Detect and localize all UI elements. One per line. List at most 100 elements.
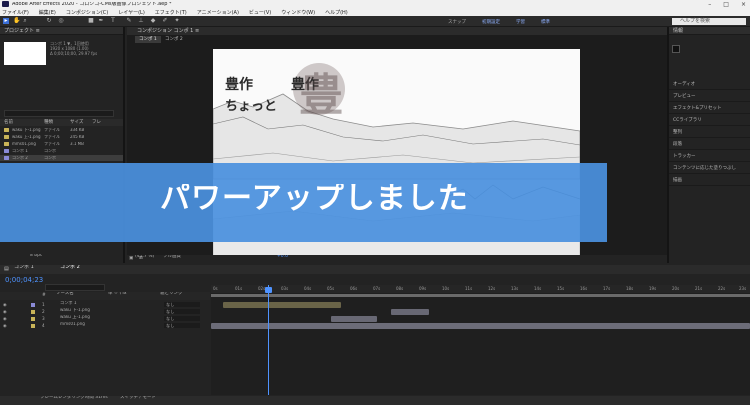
menu-view[interactable]: ビュー(V) bbox=[249, 9, 271, 16]
maximize-button[interactable]: □ bbox=[723, 1, 729, 8]
table-row[interactable]: ◉ 4 mms01.png なし bbox=[0, 322, 210, 329]
table-row[interactable]: ◉ 1 コンポ 1 なし bbox=[0, 301, 210, 308]
label-color[interactable] bbox=[31, 302, 35, 307]
col-parent[interactable]: 親とリンク bbox=[160, 292, 183, 297]
close-button[interactable]: × bbox=[741, 1, 746, 8]
panel-cc-libraries[interactable]: CCライブラリ bbox=[669, 116, 750, 126]
label-color[interactable] bbox=[31, 309, 35, 314]
playhead-line bbox=[268, 285, 269, 395]
workspace-default[interactable]: 初期設定 bbox=[482, 19, 500, 25]
hand-tool-icon[interactable]: ✋ bbox=[13, 18, 20, 24]
roto-tool-icon[interactable]: ✐ bbox=[162, 18, 168, 24]
timeline-search-input[interactable] bbox=[45, 284, 105, 291]
col-frame[interactable]: フレ bbox=[92, 119, 101, 126]
project-info: コンポ 1 ▼，1回使用 1920 x 1080 (1.00) Δ 0;00;1… bbox=[50, 41, 97, 56]
timeline-tab-comp-1[interactable]: コンポ 1 bbox=[14, 265, 34, 270]
current-time-display[interactable]: 0;00;04;23 bbox=[5, 277, 43, 284]
menu-layer[interactable]: レイヤー(L) bbox=[118, 9, 145, 16]
timeline-track-area[interactable]: 0s 01s 02s 03s 04s 05s 06s 07s 08s 09s 1… bbox=[211, 285, 750, 395]
menu-window[interactable]: ウィンドウ(W) bbox=[281, 9, 315, 16]
timeline-tabs: ▤ コンポ 1 コンポ 2 bbox=[0, 265, 750, 274]
panel-audio[interactable]: オーディオ bbox=[669, 80, 750, 90]
playhead-handle[interactable] bbox=[265, 287, 272, 293]
minimize-button[interactable]: – bbox=[708, 1, 711, 8]
bpc-label[interactable]: 8 bpc bbox=[30, 254, 42, 259]
list-item[interactable]: コンポ 1 コンポ bbox=[0, 148, 123, 154]
layer-header: # ソース名 単 ☆ \ fx 親とリンク bbox=[0, 292, 210, 300]
composition-panel-title[interactable]: コンポジション コンポ 1 ≡ bbox=[127, 27, 667, 35]
menu-composition[interactable]: コンポジション(C) bbox=[66, 9, 108, 16]
file-icon bbox=[4, 128, 9, 132]
project-thumbnail bbox=[4, 42, 46, 65]
snapshot-icon[interactable]: ▣ bbox=[129, 255, 133, 263]
work-area-bar[interactable] bbox=[211, 294, 750, 297]
label-color[interactable] bbox=[31, 323, 35, 328]
brush-tool-icon[interactable]: ✎ bbox=[126, 18, 132, 24]
project-search-input[interactable] bbox=[4, 110, 114, 117]
zoom-tool-icon[interactable]: ⌕ bbox=[22, 18, 28, 24]
selection-tool-icon[interactable]: ▸ bbox=[3, 18, 9, 24]
label-color[interactable] bbox=[31, 316, 35, 321]
switches-modes-toggle[interactable]: スイッチ / モード bbox=[120, 396, 156, 401]
calligraphy-text: 豊作 bbox=[225, 77, 253, 93]
viewer-controls: ▣ ⊞ (41.7 %) フル画質 +0.0 bbox=[127, 255, 667, 263]
col-type[interactable]: 種類 bbox=[44, 119, 70, 126]
rectangle-tool-icon[interactable]: ■ bbox=[88, 18, 94, 24]
tab-comp-1[interactable]: コンポ 1 bbox=[135, 36, 161, 43]
list-item[interactable]: waku 上-1.png ファイル 245 KB bbox=[0, 134, 123, 140]
camera-tool-icon[interactable]: ◎ bbox=[58, 18, 64, 24]
layer-bar[interactable] bbox=[223, 302, 341, 308]
col-size[interactable]: サイズ bbox=[70, 119, 92, 126]
stamp-tool-icon[interactable]: ⊥ bbox=[138, 18, 144, 24]
info-panel-title[interactable]: 情報 bbox=[669, 27, 750, 35]
visibility-icon[interactable]: ◉ bbox=[3, 315, 7, 322]
banner-text: パワーアップしました bbox=[160, 184, 469, 214]
table-row[interactable]: ◉ 2 waku 下-1.png なし bbox=[0, 308, 210, 315]
project-panel-title[interactable]: プロジェクト ≡ bbox=[0, 27, 123, 35]
type-tool-icon[interactable]: T bbox=[110, 18, 116, 24]
visibility-icon[interactable]: ◉ bbox=[3, 301, 7, 308]
visibility-icon[interactable]: ◉ bbox=[3, 308, 7, 315]
exposure-value[interactable]: +0.0 bbox=[277, 255, 288, 260]
pen-tool-icon[interactable]: ✒ bbox=[98, 18, 104, 24]
table-row[interactable]: ◉ 3 waku 上-1.png なし bbox=[0, 315, 210, 322]
tab-comp-2[interactable]: コンポ 2 bbox=[161, 36, 187, 43]
render-queue-icon[interactable]: ▤ bbox=[4, 265, 9, 274]
visibility-icon[interactable]: ◉ bbox=[3, 322, 7, 329]
panel-effects-presets[interactable]: エフェクト&プリセット bbox=[669, 104, 750, 114]
col-name[interactable]: 名前 bbox=[0, 119, 44, 126]
menu-edit[interactable]: 編集(E) bbox=[39, 9, 56, 16]
window-title: Adobe After Effects 2020 - コロシゴ-CMs版画像プロ… bbox=[12, 1, 172, 7]
list-item[interactable]: mms01.png ファイル 3.1 MB bbox=[0, 141, 123, 147]
panel-align[interactable]: 整列 bbox=[669, 128, 750, 138]
help-search-input[interactable]: ヘルプを検索 bbox=[672, 18, 746, 25]
magnification-select[interactable]: (41.7 %) bbox=[135, 255, 154, 260]
eraser-tool-icon[interactable]: ◆ bbox=[150, 18, 156, 24]
time-ruler[interactable]: 0s 01s 02s 03s 04s 05s 06s 07s 08s 09s 1… bbox=[211, 285, 750, 293]
layer-bar[interactable] bbox=[331, 316, 377, 322]
workspace-standard[interactable]: 標準 bbox=[541, 19, 550, 25]
workspace-snap[interactable]: スナップ bbox=[448, 19, 466, 25]
timeline-tab-comp-2[interactable]: コンポ 2 bbox=[60, 265, 80, 270]
panel-paint[interactable]: 描画 bbox=[669, 176, 750, 186]
panel-content-aware-fill[interactable]: コンテンツに応じた塗りつぶし bbox=[669, 164, 750, 174]
panel-paragraph[interactable]: 段落 bbox=[669, 140, 750, 150]
list-item[interactable]: waku 下-1.png ファイル 334 KB bbox=[0, 127, 123, 133]
layer-bar[interactable] bbox=[391, 309, 429, 315]
workspace-learn[interactable]: 学習 bbox=[516, 19, 525, 25]
panel-preview[interactable]: プレビュー bbox=[669, 92, 750, 102]
panel-tracker[interactable]: トラッカー bbox=[669, 152, 750, 162]
list-item[interactable]: コンポ 2 コンポ bbox=[0, 155, 123, 161]
layer-bar[interactable] bbox=[211, 323, 750, 329]
col-source-name[interactable]: ソース名 bbox=[56, 292, 74, 297]
project-columns: 名前 種類 サイズ フレ bbox=[0, 119, 123, 126]
rotate-tool-icon[interactable]: ↻ bbox=[46, 18, 52, 24]
menu-help[interactable]: ヘルプ(H) bbox=[325, 9, 348, 16]
calligraphy-text: ちょっと bbox=[225, 99, 278, 114]
title-bar: Adobe After Effects 2020 - コロシゴ-CMs版画像プロ… bbox=[0, 0, 750, 8]
puppet-tool-icon[interactable]: ✦ bbox=[174, 18, 180, 24]
menu-effect[interactable]: エフェクト(T) bbox=[155, 9, 187, 16]
menu-animation[interactable]: アニメーション(A) bbox=[197, 9, 239, 16]
resolution-select[interactable]: フル画質 bbox=[163, 255, 181, 260]
menu-file[interactable]: ファイル(F) bbox=[2, 9, 29, 16]
